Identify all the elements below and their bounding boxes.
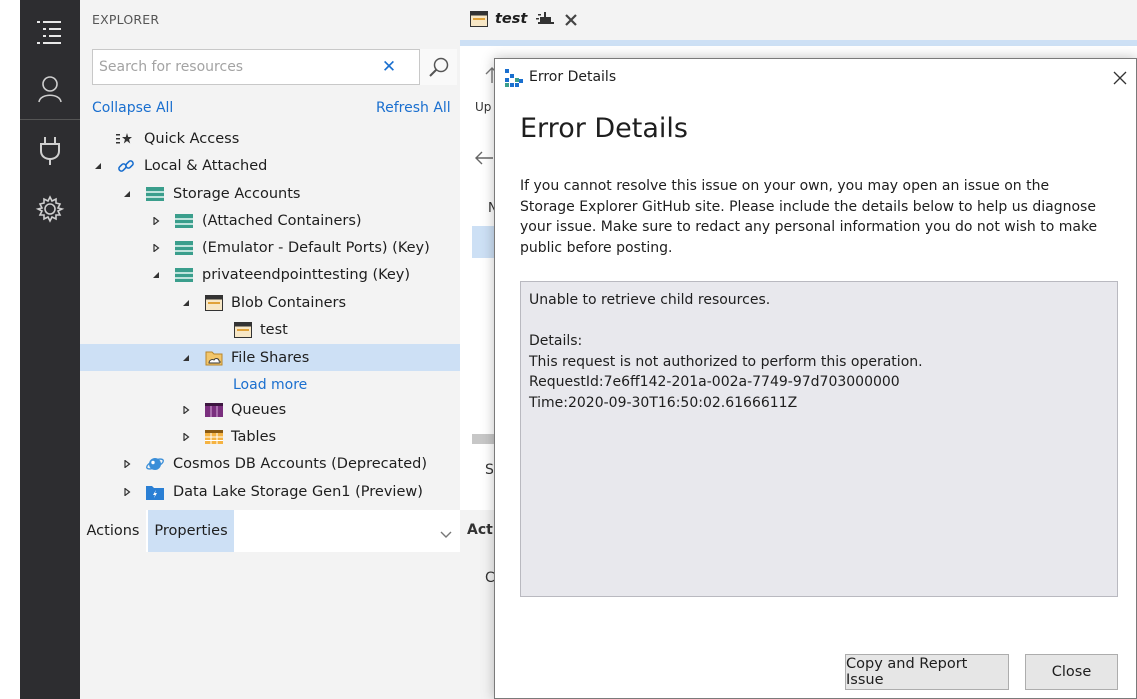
tree-item-label: Tables xyxy=(231,428,277,445)
blob-container-icon xyxy=(234,321,252,339)
refresh-all-link[interactable]: Refresh All xyxy=(376,100,451,116)
settings-gear-icon[interactable] xyxy=(20,180,80,238)
storage-account-icon xyxy=(175,239,193,257)
cosmos-db-icon xyxy=(146,455,164,473)
copy-and-report-issue-button[interactable]: Copy and Report Issue xyxy=(845,654,1009,690)
selected-row-fragment xyxy=(472,226,496,258)
back-arrow-icon[interactable] xyxy=(474,150,494,169)
tree-item-label: Data Lake Storage Gen1 (Preview) xyxy=(173,483,423,500)
table-icon xyxy=(205,428,223,446)
tab-actions[interactable]: Actions xyxy=(80,510,146,552)
dialog-heading: Error Details xyxy=(520,113,688,144)
chevron-down-icon[interactable] xyxy=(440,525,452,544)
tree-item-label: Storage Accounts xyxy=(173,185,301,202)
dialog-window-title: Error Details xyxy=(529,69,617,85)
editor-tab-test[interactable]: test xyxy=(460,0,586,40)
plug-icon[interactable] xyxy=(20,122,80,180)
tree-item-blob-containers[interactable]: Blob Containers xyxy=(80,289,460,316)
explorer-panel: EXPLORER ✕ Collapse All Refresh All Quic… xyxy=(80,0,460,699)
search-icon xyxy=(428,57,448,77)
tree-item-label: Queues xyxy=(231,401,287,418)
expand-caret-icon[interactable] xyxy=(122,487,132,497)
blob-container-icon xyxy=(205,294,223,312)
search-button[interactable] xyxy=(419,49,457,85)
collapse-caret-icon[interactable] xyxy=(122,189,132,199)
tree-item-label: Blob Containers xyxy=(231,294,347,311)
details-line: Time:2020-09-30T16:50:02.6166611Z xyxy=(529,394,798,411)
tree-item-label: (Attached Containers) xyxy=(202,212,362,229)
tree-item-label: Cosmos DB Accounts (Deprecated) xyxy=(173,455,427,472)
tree-item-test[interactable]: test xyxy=(80,316,460,343)
tree-item-tables[interactable]: Tables xyxy=(80,423,460,450)
tree-item-storage-accounts[interactable]: Storage Accounts xyxy=(80,180,460,207)
storage-account-icon xyxy=(175,266,193,284)
file-share-icon xyxy=(205,349,223,367)
clear-search-icon[interactable]: ✕ xyxy=(378,56,400,78)
tree-item-label: Local & Attached xyxy=(144,157,268,174)
tree-item-attached-containers[interactable]: (Attached Containers) xyxy=(80,207,460,234)
details-spacer xyxy=(529,311,1109,332)
account-icon[interactable] xyxy=(20,60,80,118)
tree-item-file-shares[interactable]: File Shares xyxy=(80,344,460,371)
tree-item-label: privateendpointtesting (Key) xyxy=(202,266,411,283)
details-line: RequestId:7e6ff142-201a-002a-7749-97d703… xyxy=(529,374,900,390)
tree-item-quick-access[interactable]: Quick Access xyxy=(80,125,460,152)
collapse-caret-icon[interactable] xyxy=(151,270,161,280)
tree-item-load-more: Load more xyxy=(80,371,460,398)
details-line: This request is not authorized to perfor… xyxy=(529,353,923,370)
details-line: Unable to retrieve child resources. xyxy=(529,292,771,308)
error-details-box: Unable to retrieve child resources. Deta… xyxy=(520,281,1118,597)
bottom-panel xyxy=(80,552,460,699)
scrollbar-fragment xyxy=(472,434,496,444)
expand-caret-icon[interactable] xyxy=(181,405,191,415)
search-input[interactable] xyxy=(97,54,367,80)
queue-icon xyxy=(205,401,223,419)
storage-account-icon xyxy=(146,185,164,203)
expand-caret-icon[interactable] xyxy=(181,432,191,442)
activity-bar xyxy=(20,0,80,699)
dialog-description: If you cannot resolve this issue on your… xyxy=(520,178,1098,256)
link-icon xyxy=(117,157,135,175)
close-tab-icon[interactable] xyxy=(564,12,578,31)
upload-label-fragment: Up xyxy=(475,100,492,114)
storage-account-icon xyxy=(175,212,193,230)
data-lake-icon xyxy=(146,483,164,501)
bottom-tab-bar: Actions Properties xyxy=(80,510,460,552)
left-edge xyxy=(0,0,20,699)
status-text-fragment: S xyxy=(485,462,494,478)
collapse-caret-icon[interactable] xyxy=(93,161,103,171)
close-button[interactable]: Close xyxy=(1025,654,1118,690)
expand-caret-icon[interactable] xyxy=(151,216,161,226)
details-line: Details: xyxy=(529,333,583,349)
tree-item-label: (Emulator - Default Ports) (Key) xyxy=(202,239,430,256)
tree-item-data-lake[interactable]: Data Lake Storage Gen1 (Preview) xyxy=(80,478,460,505)
quick-access-icon xyxy=(116,130,134,148)
tree-item-label: test xyxy=(260,321,288,338)
expand-caret-icon[interactable] xyxy=(151,243,161,253)
collapse-caret-icon[interactable] xyxy=(181,298,191,308)
storage-explorer-app-icon xyxy=(505,69,523,91)
tree-item-label: Quick Access xyxy=(144,130,240,147)
collapse-all-link[interactable]: Collapse All xyxy=(92,100,173,116)
expand-caret-icon[interactable] xyxy=(122,459,132,469)
explorer-title: EXPLORER xyxy=(92,12,160,27)
tree-item-local-attached[interactable]: Local & Attached xyxy=(80,152,460,179)
blob-container-icon xyxy=(470,11,488,31)
pin-icon[interactable] xyxy=(536,11,556,31)
tree-item-emulator[interactable]: (Emulator - Default Ports) (Key) xyxy=(80,234,460,261)
tree-item-queues[interactable]: Queues xyxy=(80,396,460,423)
tree-item-privateendpointtesting[interactable]: privateendpointtesting (Key) xyxy=(80,261,460,288)
editor-tab-label: test xyxy=(495,11,528,27)
tab-properties[interactable]: Properties xyxy=(148,510,234,552)
error-details-dialog: Error Details Error Details If you canno… xyxy=(494,58,1137,699)
tree-item-label: File Shares xyxy=(231,349,310,366)
load-more-link[interactable]: Load more xyxy=(233,377,307,393)
collapse-caret-icon[interactable] xyxy=(181,353,191,363)
close-icon[interactable] xyxy=(1109,67,1131,89)
dialog-titlebar: Error Details xyxy=(495,59,1136,97)
search-box: ✕ xyxy=(92,49,457,85)
explorer-list-icon[interactable] xyxy=(20,3,80,61)
activity-separator xyxy=(20,119,80,120)
tree-item-cosmos-db[interactable]: Cosmos DB Accounts (Deprecated) xyxy=(80,450,460,477)
